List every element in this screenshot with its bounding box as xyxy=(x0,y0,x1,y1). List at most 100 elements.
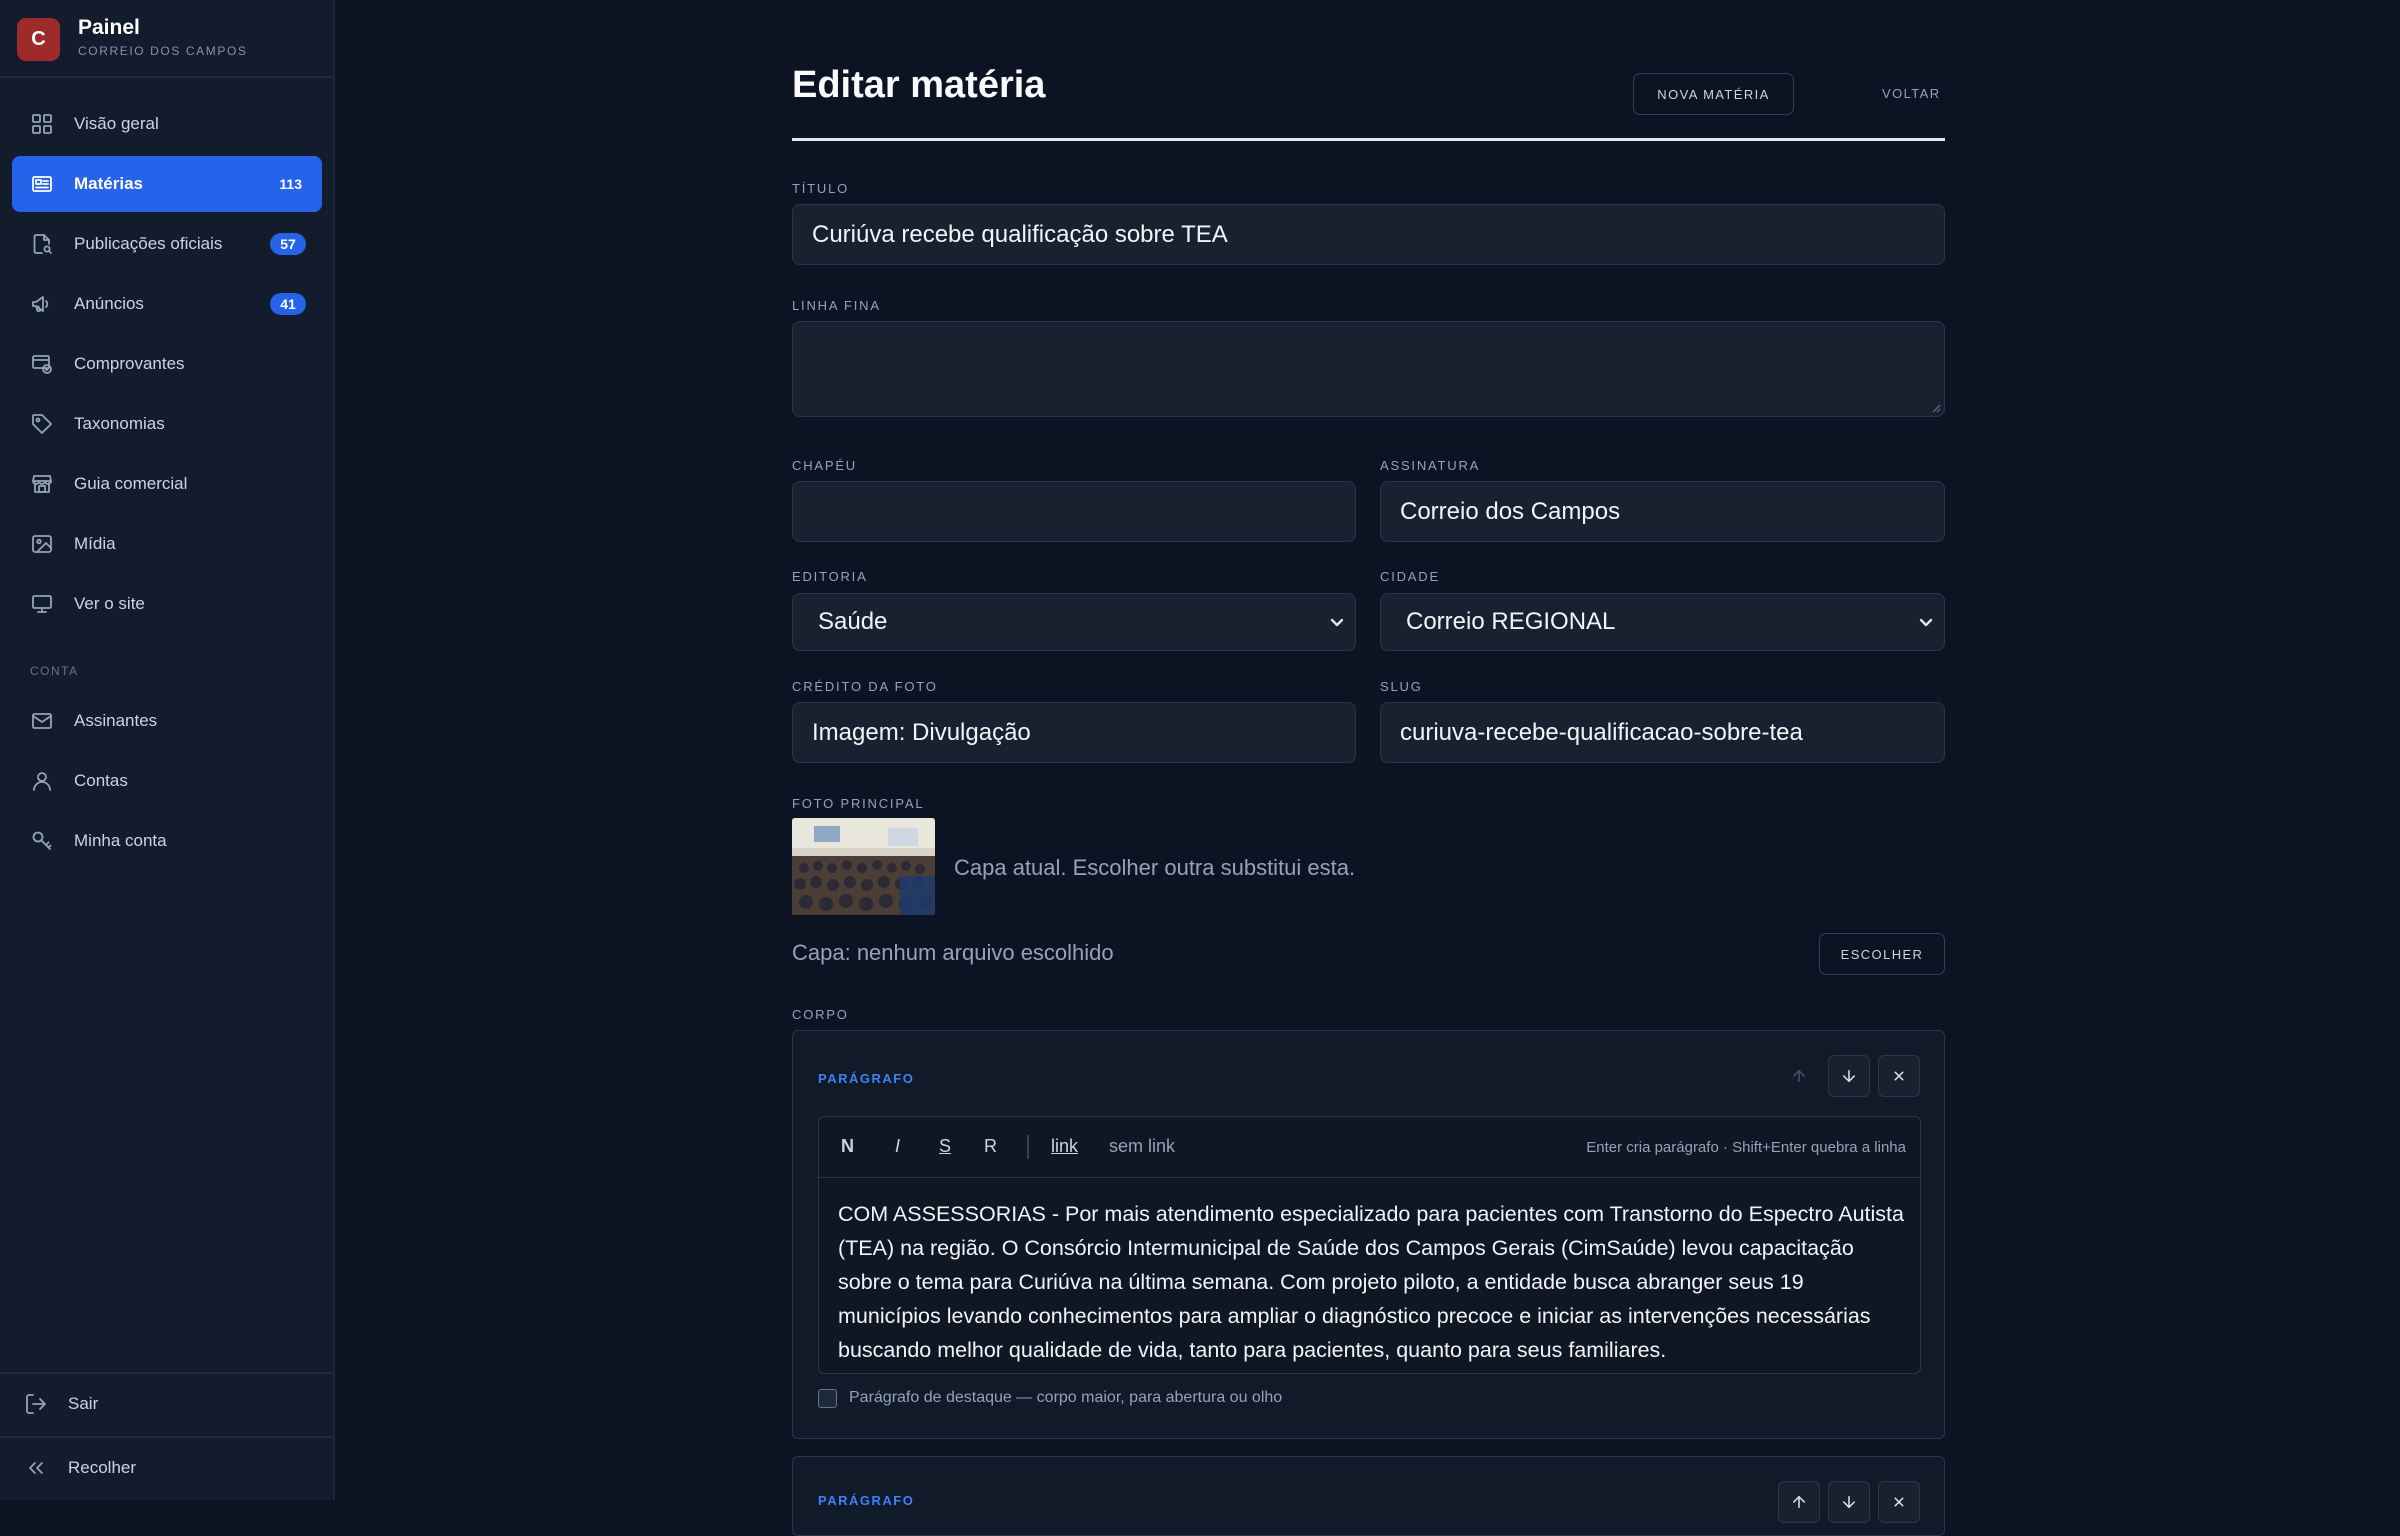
section-label-conta: CONTA xyxy=(30,664,79,678)
highlight-checkbox-label[interactable]: Parágrafo de destaque — corpo maior, par… xyxy=(849,1389,1282,1407)
chapeu-input[interactable] xyxy=(792,481,1356,542)
monitor-icon xyxy=(30,592,54,616)
assinatura-input[interactable]: Correio dos Campos xyxy=(1380,481,1945,542)
sidebar-item-label: Anúncios xyxy=(74,294,144,313)
divider xyxy=(0,76,335,78)
corpo-label: CORPO xyxy=(792,1007,849,1022)
paragraph-text[interactable]: COM ASSESSORIAS - Por mais atendimento e… xyxy=(838,1197,1908,1367)
store-icon xyxy=(30,472,54,496)
sidebar-item-label: Publicações oficiais xyxy=(74,234,223,253)
bold-button[interactable]: N xyxy=(841,1136,854,1157)
remove-block-button[interactable] xyxy=(1878,1055,1920,1097)
chapeu-label: CHAPÉU xyxy=(792,458,857,473)
brand-subtitle: CORREIO DOS CAMPOS xyxy=(78,44,248,58)
editoria-select[interactable]: Saúde xyxy=(792,593,1356,651)
mail-icon xyxy=(30,709,54,733)
sidebar-item-label: Matérias xyxy=(74,174,143,193)
arrow-up-icon xyxy=(1793,1496,1805,1508)
logout-icon xyxy=(24,1392,48,1416)
slug-label: SLUG xyxy=(1380,679,1423,694)
highlight-checkbox[interactable] xyxy=(818,1389,837,1408)
sidebar-item-publicacoes-oficiais[interactable]: Publicações oficiais 57 xyxy=(12,216,322,272)
linha-fina-textarea[interactable] xyxy=(792,321,1945,417)
strikethrough-button[interactable]: S xyxy=(939,1136,951,1157)
sidebar-item-minha-conta[interactable]: Minha conta xyxy=(12,813,322,869)
slug-input[interactable]: curiuva-recebe-qualificacao-sobre-tea xyxy=(1380,702,1945,763)
sidebar-item-label: Taxonomias xyxy=(74,414,165,433)
link-button[interactable]: link xyxy=(1051,1136,1078,1157)
logout-button[interactable]: Sair xyxy=(6,1376,316,1432)
body-block: PARÁGRAFO N I S R link sem link Enter cr… xyxy=(792,1030,1945,1439)
unlink-button[interactable]: sem link xyxy=(1109,1136,1175,1157)
key-icon xyxy=(30,829,54,853)
sidebar-item-comprovantes[interactable]: Comprovantes xyxy=(12,336,322,392)
remove-format-button[interactable]: R xyxy=(984,1136,997,1157)
sidebar-item-ver-o-site[interactable]: Ver o site xyxy=(12,576,322,632)
sidebar-item-assinantes[interactable]: Assinantes xyxy=(12,693,322,749)
divider xyxy=(0,1372,335,1374)
sidebar-item-anuncios[interactable]: Anúncios 41 xyxy=(12,276,322,332)
sidebar-item-midia[interactable]: Mídia xyxy=(12,516,322,572)
block-type-label: PARÁGRAFO xyxy=(818,1071,915,1086)
titulo-input[interactable]: Curiúva recebe qualificação sobre TEA xyxy=(792,204,1945,265)
body-block: PARÁGRAFO xyxy=(792,1456,1945,1536)
choose-file-button[interactable]: ESCOLHER xyxy=(1819,933,1945,975)
sidebar: C Painel CORREIO DOS CAMPOS Visão geral … xyxy=(0,0,335,1500)
move-down-button[interactable] xyxy=(1828,1481,1870,1523)
paragraph-editor[interactable]: N I S R link sem link Enter cria parágra… xyxy=(818,1116,1921,1374)
brand-logo: C xyxy=(17,18,60,61)
receipt-icon xyxy=(30,352,54,376)
new-article-button[interactable]: NOVA MATÉRIA xyxy=(1633,73,1794,115)
cover-file-status: Capa: nenhum arquivo escolhido xyxy=(792,940,1114,965)
close-icon xyxy=(1894,1071,1904,1081)
resize-handle-icon[interactable] xyxy=(1929,401,1941,413)
document-search-icon xyxy=(30,232,54,256)
editor-toolbar: N I S R link sem link Enter cria parágra… xyxy=(819,1117,1920,1178)
sidebar-item-guia-comercial[interactable]: Guia comercial xyxy=(12,456,322,512)
logout-label: Sair xyxy=(68,1394,99,1413)
credito-label: CRÉDITO DA FOTO xyxy=(792,679,938,694)
chevron-down-icon xyxy=(1919,618,1933,627)
brand-title: Painel xyxy=(78,16,140,39)
toolbar-divider xyxy=(1027,1135,1029,1159)
arrow-up-icon xyxy=(1793,1070,1805,1082)
sidebar-item-taxonomias[interactable]: Taxonomias xyxy=(12,396,322,452)
sidebar-item-label: Assinantes xyxy=(74,711,158,730)
credito-input[interactable]: Imagem: Divulgação xyxy=(792,702,1356,763)
main-content: Editar matéria NOVA MATÉRIA VOLTAR TÍTUL… xyxy=(335,0,2400,1536)
sidebar-item-contas[interactable]: Contas xyxy=(12,753,322,809)
chevron-down-icon xyxy=(1330,618,1344,627)
move-up-button[interactable] xyxy=(1778,1055,1820,1097)
sidebar-item-label: Ver o site xyxy=(74,594,145,613)
newspaper-icon xyxy=(30,172,54,196)
block-type-label: PARÁGRAFO xyxy=(818,1493,915,1508)
linha-fina-label: LINHA FINA xyxy=(792,298,881,313)
cidade-select[interactable]: Correio REGIONAL xyxy=(1380,593,1945,651)
sidebar-item-label: Contas xyxy=(74,771,128,790)
sidebar-item-visao-geral[interactable]: Visão geral xyxy=(12,96,322,152)
remove-block-button[interactable] xyxy=(1878,1481,1920,1523)
cover-image xyxy=(792,818,935,915)
page-title: Editar matéria xyxy=(792,64,1046,106)
chevrons-left-icon xyxy=(24,1456,48,1480)
sidebar-item-label: Visão geral xyxy=(74,114,159,133)
count-badge: 113 xyxy=(279,176,302,192)
tag-icon xyxy=(30,412,54,436)
close-icon xyxy=(1894,1497,1904,1507)
titulo-label: TÍTULO xyxy=(792,181,850,196)
collapse-sidebar-button[interactable]: Recolher xyxy=(6,1440,316,1496)
move-down-button[interactable] xyxy=(1828,1055,1870,1097)
back-button[interactable]: VOLTAR xyxy=(1882,86,1940,101)
sidebar-item-label: Comprovantes xyxy=(74,354,185,373)
cidade-label: CIDADE xyxy=(1380,569,1440,584)
divider xyxy=(0,1436,335,1438)
brand[interactable]: C Painel CORREIO DOS CAMPOS xyxy=(17,16,317,61)
sidebar-item-materias[interactable]: Matérias 113 xyxy=(12,156,322,212)
collapse-label: Recolher xyxy=(68,1458,137,1477)
cidade-value: Correio REGIONAL xyxy=(1406,608,1616,635)
move-up-button[interactable] xyxy=(1778,1481,1820,1523)
image-icon xyxy=(30,532,54,556)
editoria-label: EDITORIA xyxy=(792,569,868,584)
sidebar-item-label: Mídia xyxy=(74,534,116,553)
italic-button[interactable]: I xyxy=(895,1136,900,1157)
